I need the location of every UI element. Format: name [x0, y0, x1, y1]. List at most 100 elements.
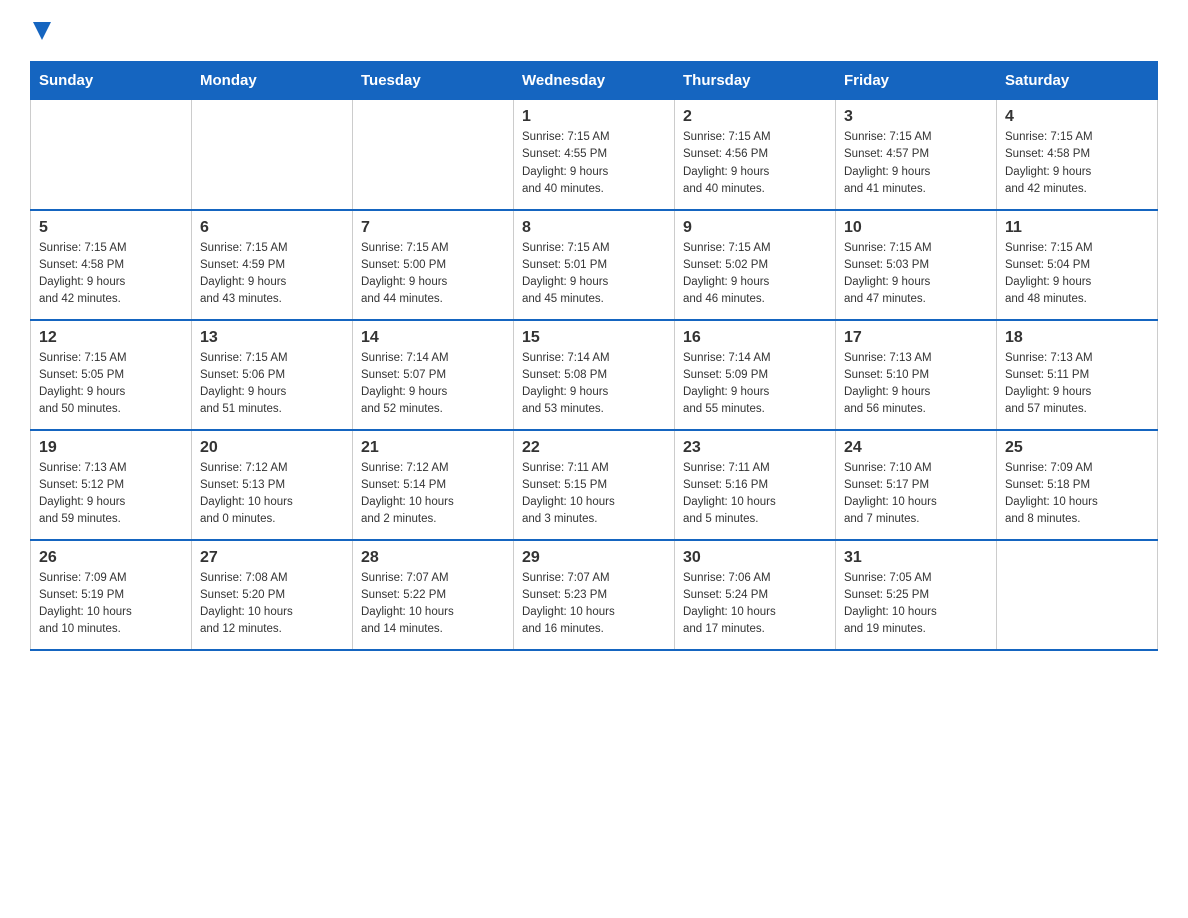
day-number: 20	[200, 439, 344, 457]
calendar-cell: 5 Sunrise: 7:15 AM Sunset: 4:58 PM Daylig…	[31, 210, 192, 320]
day-number: 1	[522, 108, 666, 126]
calendar-cell: 18 Sunrise: 7:13 AM Sunset: 5:11 PM Dayli…	[997, 320, 1158, 430]
day-info: Sunrise: 7:15 AM Sunset: 5:02 PM Dayligh…	[683, 240, 827, 309]
day-number: 23	[683, 439, 827, 457]
day-info: Sunrise: 7:13 AM Sunset: 5:12 PM Dayligh…	[39, 460, 183, 529]
calendar-cell: 29 Sunrise: 7:07 AM Sunset: 5:23 PM Dayli…	[514, 540, 675, 650]
day-number: 3	[844, 108, 988, 126]
calendar-cell: 22Sunrise: 7:11 AM Sunset: 5:15 PM Dayli…	[514, 430, 675, 540]
day-number: 29	[522, 549, 666, 567]
day-number: 24	[844, 439, 988, 457]
calendar-cell: 12 Sunrise: 7:15 AM Sunset: 5:05 PM Dayli…	[31, 320, 192, 430]
day-number: 17	[844, 329, 988, 347]
day-info: Sunrise: 7:08 AM Sunset: 5:20 PM Dayligh…	[200, 570, 344, 639]
day-info: Sunrise: 7:05 AM Sunset: 5:25 PM Dayligh…	[844, 570, 988, 639]
day-number: 16	[683, 329, 827, 347]
calendar-cell	[192, 100, 353, 210]
calendar-table: SundayMondayTuesdayWednesdayThursdayFrid…	[30, 61, 1158, 651]
calendar-cell: 1 Sunrise: 7:15 AM Sunset: 4:55 PM Daylig…	[514, 100, 675, 210]
day-info: Sunrise: 7:12 AM Sunset: 5:13 PM Dayligh…	[200, 460, 344, 529]
day-info: Sunrise: 7:15 AM Sunset: 4:58 PM Dayligh…	[1005, 129, 1149, 198]
day-number: 27	[200, 549, 344, 567]
day-number: 18	[1005, 329, 1149, 347]
week-row-5: 26Sunrise: 7:09 AM Sunset: 5:19 PM Dayli…	[31, 540, 1158, 650]
calendar-cell: 13 Sunrise: 7:15 AM Sunset: 5:06 PM Dayli…	[192, 320, 353, 430]
day-number: 13	[200, 329, 344, 347]
day-info: Sunrise: 7:14 AM Sunset: 5:09 PM Dayligh…	[683, 350, 827, 419]
day-info: Sunrise: 7:07 AM Sunset: 5:22 PM Dayligh…	[361, 570, 505, 639]
day-info: Sunrise: 7:12 AM Sunset: 5:14 PM Dayligh…	[361, 460, 505, 529]
calendar-cell: 26Sunrise: 7:09 AM Sunset: 5:19 PM Dayli…	[31, 540, 192, 650]
day-number: 19	[39, 439, 183, 457]
day-info: Sunrise: 7:15 AM Sunset: 4:59 PM Dayligh…	[200, 240, 344, 309]
day-info: Sunrise: 7:13 AM Sunset: 5:10 PM Dayligh…	[844, 350, 988, 419]
calendar-cell	[353, 100, 514, 210]
day-number: 31	[844, 549, 988, 567]
logo	[30, 20, 51, 41]
day-info: Sunrise: 7:15 AM Sunset: 4:56 PM Dayligh…	[683, 129, 827, 198]
day-number: 28	[361, 549, 505, 567]
day-info: Sunrise: 7:15 AM Sunset: 5:04 PM Dayligh…	[1005, 240, 1149, 309]
calendar-cell: 28 Sunrise: 7:07 AM Sunset: 5:22 PM Dayli…	[353, 540, 514, 650]
calendar-cell: 16 Sunrise: 7:14 AM Sunset: 5:09 PM Dayli…	[675, 320, 836, 430]
day-info: Sunrise: 7:14 AM Sunset: 5:08 PM Dayligh…	[522, 350, 666, 419]
calendar-cell: 6 Sunrise: 7:15 AM Sunset: 4:59 PM Daylig…	[192, 210, 353, 320]
calendar-cell: 9 Sunrise: 7:15 AM Sunset: 5:02 PM Daylig…	[675, 210, 836, 320]
day-info: Sunrise: 7:13 AM Sunset: 5:11 PM Dayligh…	[1005, 350, 1149, 419]
calendar-cell: 7 Sunrise: 7:15 AM Sunset: 5:00 PM Daylig…	[353, 210, 514, 320]
calendar-cell: 3 Sunrise: 7:15 AM Sunset: 4:57 PM Daylig…	[836, 100, 997, 210]
weekday-header-saturday: Saturday	[997, 62, 1158, 100]
day-number: 6	[200, 219, 344, 237]
page-header	[30, 20, 1158, 41]
day-number: 26	[39, 549, 183, 567]
day-info: Sunrise: 7:07 AM Sunset: 5:23 PM Dayligh…	[522, 570, 666, 639]
weekday-header-row: SundayMondayTuesdayWednesdayThursdayFrid…	[31, 62, 1158, 100]
calendar-cell: 30 Sunrise: 7:06 AM Sunset: 5:24 PM Dayli…	[675, 540, 836, 650]
day-number: 7	[361, 219, 505, 237]
calendar-cell: 27 Sunrise: 7:08 AM Sunset: 5:20 PM Dayli…	[192, 540, 353, 650]
calendar-cell	[997, 540, 1158, 650]
calendar-cell: 10 Sunrise: 7:15 AM Sunset: 5:03 PM Dayli…	[836, 210, 997, 320]
day-info: Sunrise: 7:15 AM Sunset: 5:05 PM Dayligh…	[39, 350, 183, 419]
day-info: Sunrise: 7:11 AM Sunset: 5:16 PM Dayligh…	[683, 460, 827, 529]
day-number: 25	[1005, 439, 1149, 457]
day-number: 30	[683, 549, 827, 567]
weekday-header-tuesday: Tuesday	[353, 62, 514, 100]
calendar-cell: 11 Sunrise: 7:15 AM Sunset: 5:04 PM Dayli…	[997, 210, 1158, 320]
calendar-cell: 20 Sunrise: 7:12 AM Sunset: 5:13 PM Dayli…	[192, 430, 353, 540]
day-number: 5	[39, 219, 183, 237]
calendar-cell: 25 Sunrise: 7:09 AM Sunset: 5:18 PM Dayli…	[997, 430, 1158, 540]
day-info: Sunrise: 7:15 AM Sunset: 4:55 PM Dayligh…	[522, 129, 666, 198]
calendar-cell: 17 Sunrise: 7:13 AM Sunset: 5:10 PM Dayli…	[836, 320, 997, 430]
week-row-4: 19 Sunrise: 7:13 AM Sunset: 5:12 PM Dayli…	[31, 430, 1158, 540]
day-number: 9	[683, 219, 827, 237]
day-info: Sunrise: 7:06 AM Sunset: 5:24 PM Dayligh…	[683, 570, 827, 639]
calendar-cell	[31, 100, 192, 210]
day-info: Sunrise: 7:15 AM Sunset: 5:06 PM Dayligh…	[200, 350, 344, 419]
day-number: 2	[683, 108, 827, 126]
day-number: 4	[1005, 108, 1149, 126]
day-info: Sunrise: 7:15 AM Sunset: 5:03 PM Dayligh…	[844, 240, 988, 309]
calendar-cell: 23 Sunrise: 7:11 AM Sunset: 5:16 PM Dayli…	[675, 430, 836, 540]
weekday-header-thursday: Thursday	[675, 62, 836, 100]
day-info: Sunrise: 7:15 AM Sunset: 5:01 PM Dayligh…	[522, 240, 666, 309]
day-number: 22	[522, 439, 666, 457]
day-info: Sunrise: 7:14 AM Sunset: 5:07 PM Dayligh…	[361, 350, 505, 419]
calendar-cell: 31 Sunrise: 7:05 AM Sunset: 5:25 PM Dayli…	[836, 540, 997, 650]
calendar-cell: 2 Sunrise: 7:15 AM Sunset: 4:56 PM Daylig…	[675, 100, 836, 210]
calendar-cell: 14Sunrise: 7:14 AM Sunset: 5:07 PM Dayli…	[353, 320, 514, 430]
calendar-cell: 8Sunrise: 7:15 AM Sunset: 5:01 PM Daylig…	[514, 210, 675, 320]
day-number: 12	[39, 329, 183, 347]
calendar-cell: 21 Sunrise: 7:12 AM Sunset: 5:14 PM Dayli…	[353, 430, 514, 540]
logo-triangle-icon	[33, 22, 51, 40]
calendar-cell: 15Sunrise: 7:14 AM Sunset: 5:08 PM Dayli…	[514, 320, 675, 430]
day-number: 10	[844, 219, 988, 237]
day-info: Sunrise: 7:09 AM Sunset: 5:18 PM Dayligh…	[1005, 460, 1149, 529]
day-info: Sunrise: 7:15 AM Sunset: 4:57 PM Dayligh…	[844, 129, 988, 198]
day-info: Sunrise: 7:10 AM Sunset: 5:17 PM Dayligh…	[844, 460, 988, 529]
day-number: 21	[361, 439, 505, 457]
day-info: Sunrise: 7:15 AM Sunset: 4:58 PM Dayligh…	[39, 240, 183, 309]
day-info: Sunrise: 7:15 AM Sunset: 5:00 PM Dayligh…	[361, 240, 505, 309]
weekday-header-sunday: Sunday	[31, 62, 192, 100]
day-number: 11	[1005, 219, 1149, 237]
